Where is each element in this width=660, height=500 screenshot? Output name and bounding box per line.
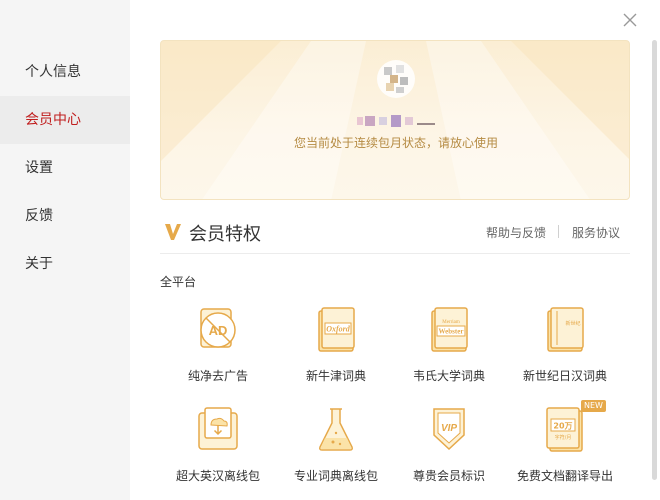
sidebar-item-settings[interactable]: 设置 [0,144,130,192]
membership-status-text: 您当前处于连续包月状态，请放心使用 [293,136,498,150]
svg-text:Webster: Webster [439,328,464,336]
feature-document-translate[interactable]: 20万 字符/月 免费文档翻译导出 [506,405,624,485]
feature-label: 专业词典离线包 [293,469,378,483]
feature-professional-dictionary[interactable]: 专业词典离线包 [277,405,395,485]
privileges-header: 会员特权 帮助与反馈 服务协议 [160,218,630,254]
vip-badge-icon: VIP [433,408,465,451]
membership-banner: 您当前处于连续包月状态，请放心使用 [160,40,630,200]
feature-label: 尊贵会员标识 [412,469,485,483]
divider [558,225,559,238]
offline-package-icon [198,407,238,450]
japanese-dictionary-icon: 新世纪 [547,307,584,352]
feature-webster-dictionary[interactable]: Merriam Webster 韦氏大学词典 [390,305,508,385]
feature-offline-package[interactable]: 超大英汉离线包 [159,405,277,485]
feature-label: 新牛津词典 [305,369,366,383]
feature-label: 韦氏大学词典 [412,369,485,383]
webster-dictionary-icon: Merriam Webster [431,307,468,352]
feature-label: 免费文档翻译导出 [516,469,613,483]
document-translate-icon: 20万 字符/月 [546,407,583,452]
feature-label: 新世纪日汉词典 [522,369,607,383]
feature-oxford-dictionary[interactable]: Oxford 新牛津词典 [277,305,395,385]
feature-vip-badge[interactable]: VIP 尊贵会员标识 [390,405,508,485]
svg-text:新世纪: 新世纪 [565,320,580,327]
username-blurred [357,113,439,127]
sidebar-item-membership[interactable]: 会员中心 [0,96,130,144]
section-title: 会员特权 [189,224,261,245]
scrollbar[interactable] [652,40,657,480]
platform-label: 全平台 [160,275,197,289]
feature-label: 纯净去广告 [187,369,248,383]
sidebar-item-profile[interactable]: 个人信息 [0,48,130,96]
vip-v-icon [165,224,181,240]
ad-free-icon: AD [200,308,236,348]
svg-text:Merriam: Merriam [442,320,460,325]
new-badge: NEW [581,400,606,412]
feature-japanese-dictionary[interactable]: 新世纪 新世纪日汉词典 [506,305,624,385]
svg-text:Oxford: Oxford [326,325,351,334]
service-agreement-link[interactable]: 服务协议 [572,224,620,241]
sidebar: 个人信息 会员中心 设置 反馈 关于 [0,0,130,500]
sidebar-item-feedback[interactable]: 反馈 [0,192,130,240]
feature-ad-free[interactable]: AD 纯净去广告 [159,305,277,385]
oxford-dictionary-icon: Oxford [318,307,355,352]
close-button[interactable] [618,8,642,32]
svg-text:字符/月: 字符/月 [555,434,572,441]
close-icon [623,13,637,27]
sidebar-item-about[interactable]: 关于 [0,240,130,288]
help-feedback-link[interactable]: 帮助与反馈 [486,224,546,241]
feature-label: 超大英汉离线包 [175,469,260,483]
svg-text:20万: 20万 [553,422,572,431]
svg-text:AD: AD [209,323,228,338]
professional-dictionary-icon [319,408,353,451]
svg-text:VIP: VIP [441,423,457,434]
avatar[interactable] [376,59,416,99]
